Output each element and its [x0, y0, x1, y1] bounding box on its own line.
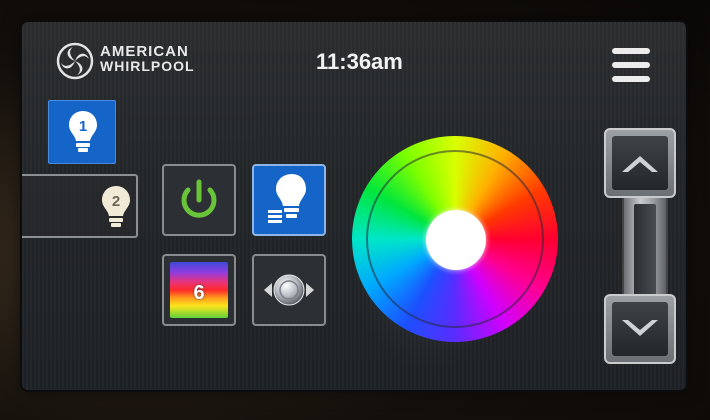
light-mode-icon: [268, 174, 306, 223]
light-2-number: 2: [112, 193, 120, 210]
spa-control-screen: AMERICAN WHIRLPOOL 11:36am 1 2 6: [22, 22, 686, 390]
color-wheel[interactable]: [352, 136, 558, 342]
brand-line-1: AMERICAN: [100, 43, 189, 60]
chevron-up-icon: [622, 156, 658, 172]
light-mode-button[interactable]: [252, 164, 326, 236]
brightness-up-button[interactable]: [604, 128, 676, 198]
brightness-down-button[interactable]: [604, 294, 676, 364]
light-bulb-icon: 1: [69, 111, 97, 152]
power-icon: [181, 179, 217, 218]
spotlight-move-icon: [264, 274, 314, 306]
color-swatch: 6: [170, 262, 228, 318]
light-2-tab[interactable]: 2: [22, 174, 138, 238]
light-1-number: 1: [79, 118, 87, 135]
arrow-up-face: [612, 136, 668, 190]
brand-logo: AMERICAN WHIRLPOOL: [56, 40, 216, 84]
brand-line-2: WHIRLPOOL: [100, 58, 195, 74]
hamburger-menu-icon: [612, 76, 650, 82]
whirlpool-logo-icon: [56, 42, 94, 80]
menu-button[interactable]: [612, 48, 650, 84]
slider-channel: [634, 204, 656, 296]
arrow-down-face: [612, 302, 668, 356]
brightness-slider-track[interactable]: [622, 198, 668, 302]
light-bulb-icon: 2: [102, 186, 130, 227]
chevron-down-icon: [622, 320, 658, 336]
color-number: 6: [193, 282, 205, 304]
brand-name: AMERICAN WHIRLPOOL: [100, 44, 195, 74]
power-button[interactable]: [162, 164, 236, 236]
color-select-button[interactable]: 6: [162, 254, 236, 326]
color-wheel-center[interactable]: [426, 210, 486, 270]
hamburger-menu-icon: [612, 48, 650, 54]
light-1-tab[interactable]: 1: [48, 100, 116, 164]
hamburger-menu-icon: [612, 62, 650, 68]
clock-time: 11:36am: [316, 49, 403, 74]
spotlight-move-button[interactable]: [252, 254, 326, 326]
